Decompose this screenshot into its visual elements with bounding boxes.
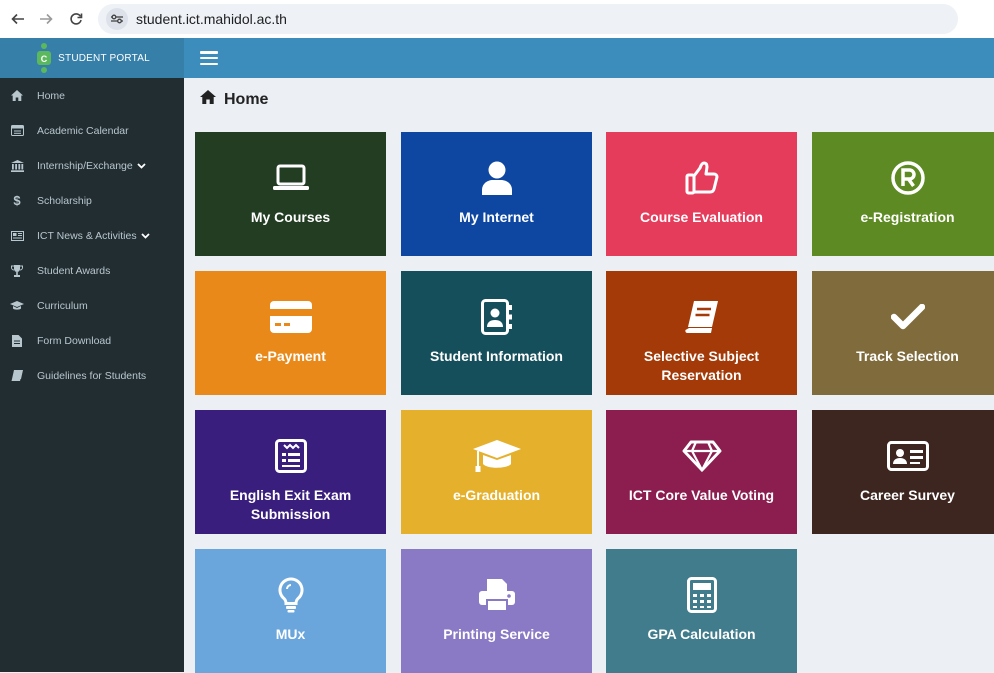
tile-my-courses[interactable]: My Courses — [195, 132, 386, 256]
sidebar-item-label: Home — [37, 89, 66, 102]
top-navbar — [184, 38, 994, 78]
sidebar-item-label: Academic Calendar — [37, 124, 129, 137]
registered-icon — [812, 158, 994, 198]
sidebar-item-guidelines[interactable]: Guidelines for Students — [0, 358, 184, 393]
user-icon — [401, 158, 592, 198]
reload-icon — [70, 13, 83, 25]
home-icon — [10, 89, 24, 103]
tile-label: Course Evaluation — [640, 209, 763, 225]
sidebar-item-scholarship[interactable]: $ Scholarship — [0, 183, 184, 218]
sidebar-item-label: Form Download — [37, 334, 112, 347]
tile-printing-service[interactable]: Printing Service — [401, 549, 592, 673]
sidebar-item-label: Scholarship — [37, 194, 92, 207]
laptop-icon — [195, 158, 386, 198]
page-title: Home — [200, 90, 268, 109]
sidebar-item-form-download[interactable]: Form Download — [0, 323, 184, 358]
forward-button[interactable] — [34, 7, 58, 31]
arrow-right-icon — [40, 13, 53, 25]
tile-track-selection[interactable]: Track Selection — [812, 271, 994, 395]
graduation-cap-icon — [401, 436, 592, 476]
file-icon — [10, 334, 24, 348]
sidebar-item-label: ICT News & Activities — [37, 229, 137, 242]
reload-button[interactable] — [64, 7, 88, 31]
browser-toolbar: student.ict.mahidol.ac.th — [0, 0, 994, 38]
brand-title: STUDENT PORTAL — [58, 52, 150, 64]
tile-label: Printing Service — [443, 626, 550, 642]
test-form-icon — [195, 436, 386, 476]
tune-icon — [111, 14, 123, 24]
tile-gpa-calculation[interactable]: GPA Calculation — [606, 549, 797, 673]
tile-selective-subject-reservation[interactable]: Selective Subject Reservation — [606, 271, 797, 395]
tile-label: Career Survey — [860, 487, 955, 503]
tile-ict-core-value-voting[interactable]: ICT Core Value Voting — [606, 410, 797, 534]
sidebar-item-label: Student Awards — [37, 264, 111, 277]
tile-mux[interactable]: MUx — [195, 549, 386, 673]
sidebar-item-student-awards[interactable]: Student Awards — [0, 253, 184, 288]
back-button[interactable] — [6, 7, 30, 31]
sidebar-item-internship-exchange[interactable]: Internship/Exchange — [0, 148, 184, 183]
sidebar-menu: Home Academic Calendar Internship/Exchan… — [0, 78, 184, 393]
book-icon — [606, 297, 797, 337]
sidebar-item-label: Curriculum — [37, 299, 88, 312]
tile-student-information[interactable]: Student Information — [401, 271, 592, 395]
tile-label: My Internet — [459, 209, 534, 225]
chevron-down-icon — [137, 161, 146, 171]
tile-label: e-Payment — [255, 348, 326, 364]
tile-label: e-Graduation — [452, 487, 541, 503]
trophy-icon — [10, 264, 24, 278]
tile-label: e-Registration — [860, 209, 955, 225]
tile-label: GPA Calculation — [647, 626, 756, 642]
arrow-left-icon — [11, 13, 24, 25]
tile-label: Selective Subject Reservation — [643, 348, 760, 383]
tile-e-graduation[interactable]: e-Graduation — [401, 410, 592, 534]
sidebar-item-home[interactable]: Home — [0, 78, 184, 113]
sidebar-item-label: Internship/Exchange — [37, 159, 133, 172]
address-bar[interactable]: student.ict.mahidol.ac.th — [98, 4, 958, 34]
sidebar-item-label: Guidelines for Students — [37, 369, 147, 382]
menu-toggle-icon[interactable] — [200, 51, 218, 65]
lightbulb-icon — [195, 575, 386, 615]
tile-label: Student Information — [430, 348, 563, 364]
book-icon — [10, 369, 24, 383]
dollar-icon: $ — [13, 193, 21, 208]
sidebar-item-curriculum[interactable]: Curriculum — [0, 288, 184, 323]
tile-e-registration[interactable]: e-Registration — [812, 132, 994, 256]
newspaper-icon — [10, 229, 24, 243]
tile-course-evaluation[interactable]: Course Evaluation — [606, 132, 797, 256]
page-title-text: Home — [224, 90, 269, 108]
sidebar-item-academic-calendar[interactable]: Academic Calendar — [0, 113, 184, 148]
tile-label: Track Selection — [856, 348, 959, 364]
sidebar: C STUDENT PORTAL Home Academic Calendar … — [0, 38, 184, 672]
address-book-icon — [401, 297, 592, 337]
id-card-icon — [812, 436, 994, 476]
institution-icon — [10, 159, 24, 173]
tile-label: MUx — [275, 626, 306, 642]
gem-icon — [606, 436, 797, 476]
calculator-icon — [606, 575, 797, 615]
tile-label: My Courses — [250, 209, 331, 225]
tile-my-internet[interactable]: My Internet — [401, 132, 592, 256]
chevron-down-icon — [140, 231, 150, 241]
site-info-button[interactable] — [106, 8, 128, 30]
ict-logo-icon: C — [34, 42, 54, 74]
graduation-cap-icon — [10, 299, 24, 313]
printer-icon — [401, 575, 592, 615]
thumbs-up-icon — [606, 158, 797, 198]
check-icon — [812, 297, 994, 337]
calendar-icon — [10, 124, 24, 138]
home-icon — [200, 90, 216, 109]
tile-label: ICT Core Value Voting — [628, 487, 775, 503]
svg-text:C: C — [41, 54, 48, 64]
sidebar-item-ict-news[interactable]: ICT News & Activities — [0, 218, 184, 253]
tile-e-payment[interactable]: e-Payment — [195, 271, 386, 395]
tile-career-survey[interactable]: Career Survey — [812, 410, 994, 534]
url-text: student.ict.mahidol.ac.th — [136, 11, 287, 27]
main-content: Home My Courses My Internet Course Evalu… — [184, 78, 994, 673]
tile-label: English Exit Exam Submission — [229, 487, 352, 522]
tile-english-exit-exam[interactable]: English Exit Exam Submission — [195, 410, 386, 534]
credit-card-icon — [195, 297, 386, 337]
brand-logo-link[interactable]: C STUDENT PORTAL — [0, 38, 184, 78]
